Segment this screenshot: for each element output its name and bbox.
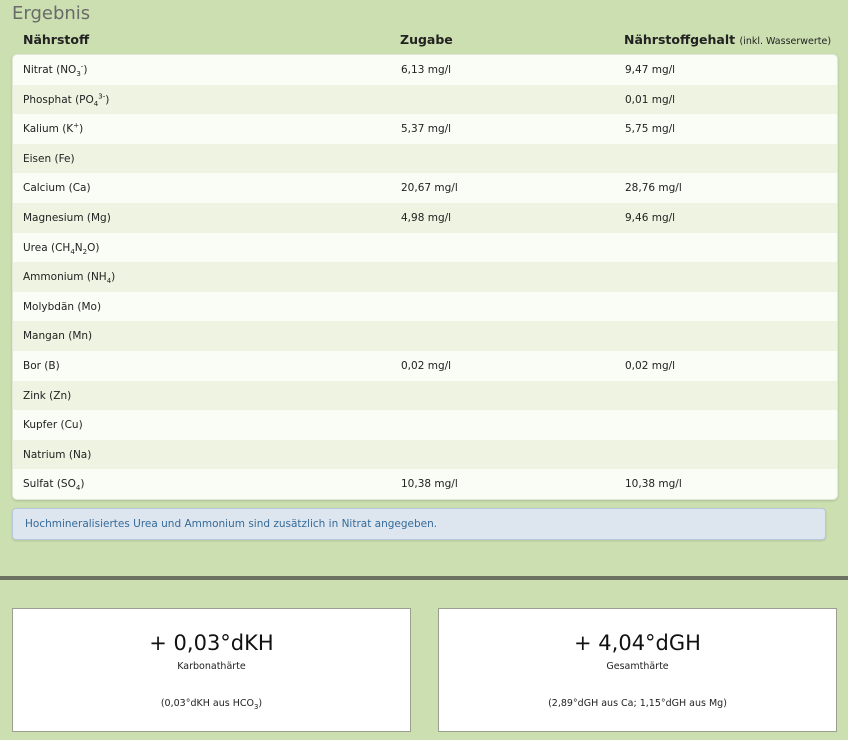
table-row: Ammonium (NH4) [13,262,837,292]
column-header-content-note: (inkl. Wasserwerte) [739,36,832,47]
nutrient-name: Nitrat (NO3-) [23,62,88,79]
addition-value: 5,37 mg/l [401,123,452,136]
content-value: 10,38 mg/l [625,478,682,491]
column-header-nutrient: Nährstoff [23,32,90,47]
carbonate-hardness-label: Karbonathärte [177,661,246,672]
nutrient-name: Ammonium (NH4) [23,271,116,286]
table-row: Bor (B) 0,02 mg/l 0,02 mg/l [13,351,837,381]
nutrient-table: Nitrat (NO3-) 6,13 mg/l 9,47 mg/l Phosphat … [12,54,838,500]
content-value: 0,01 mg/l [625,93,676,106]
table-row: Molybdän (Mo) [13,292,837,322]
nutrient-name: Molybdän (Mo) [23,300,102,313]
table-row: Natrium (Na) [13,439,837,470]
nutrient-name: Urea (CH4N2O) [23,241,100,256]
nutrient-name: Sulfat (SO4) [23,478,85,493]
column-header-content: Nährstoffgehalt (inkl. Wasserwerte) [624,32,831,47]
column-header-content-label: Nährstoffgehalt [624,32,736,47]
section-divider [0,576,848,580]
content-value: 0,02 mg/l [625,360,676,372]
table-row: Zink (Zn) [13,380,837,411]
page-title: Ergebnis [12,3,91,24]
table-row: Calcium (Ca) 20,67 mg/l 28,76 mg/l [13,173,837,203]
addition-value: 20,67 mg/l [401,182,458,195]
total-hardness-detail: (2,89°dGH aus Ca; 1,15°dGH aus Mg) [548,698,727,709]
column-header-addition: Zugabe [400,32,453,47]
addition-value: 4,98 mg/l [401,212,452,224]
nutrient-name: Natrium (Na) [23,448,92,461]
nutrient-name: Eisen (Fe) [23,152,75,165]
carbonate-hardness-detail: (0,03°dKH aus HCO3) [160,698,263,711]
total-hardness-value: + 4,04°dGH [574,631,701,655]
content-value: 9,46 mg/l [625,212,676,224]
total-hardness-card: + 4,04°dGH Gesamthärte (2,89°dGH aus Ca;… [438,608,837,732]
content-value: 28,76 mg/l [625,182,682,195]
nutrient-name: Mangan (Mn) [23,330,93,343]
table-row: Urea (CH4N2O) [13,233,837,263]
table-row: Magnesium (Mg) 4,98 mg/l 9,46 mg/l [13,203,837,233]
table-row: Eisen (Fe) [13,143,837,174]
table-row: Kalium (K+) 5,37 mg/l 5,75 mg/l [13,114,837,144]
table-row: Kupfer (Cu) [13,410,837,440]
nutrient-name: Kupfer (Cu) [23,419,83,432]
info-message: Hochmineralisiertes Urea und Ammonium si… [12,508,826,540]
nutrient-name: Zink (Zn) [23,389,72,402]
nutrient-name: Bor (B) [23,360,60,372]
content-value: 5,75 mg/l [625,123,676,136]
table-row: Mangan (Mn) [13,321,837,351]
nutrient-name: Kalium (K+) [23,121,84,136]
nutrient-name: Magnesium (Mg) [23,212,111,224]
table-row: Phosphat (PO43-) 0,01 mg/l [13,84,837,115]
table-row: Sulfat (SO4) 10,38 mg/l 10,38 mg/l [13,469,837,499]
carbonate-hardness-card: + 0,03°dKH Karbonathärte (0,03°dKH aus H… [12,608,411,732]
nutrient-name: Calcium (Ca) [23,182,91,195]
table-row: Nitrat (NO3-) 6,13 mg/l 9,47 mg/l [13,55,837,85]
content-value: 9,47 mg/l [625,64,676,76]
addition-value: 10,38 mg/l [401,478,458,491]
addition-value: 6,13 mg/l [401,64,452,76]
addition-value: 0,02 mg/l [401,360,452,372]
carbonate-hardness-value: + 0,03°dKH [149,631,274,655]
total-hardness-label: Gesamthärte [606,661,669,672]
nutrient-name: Phosphat (PO43-) [23,92,110,108]
